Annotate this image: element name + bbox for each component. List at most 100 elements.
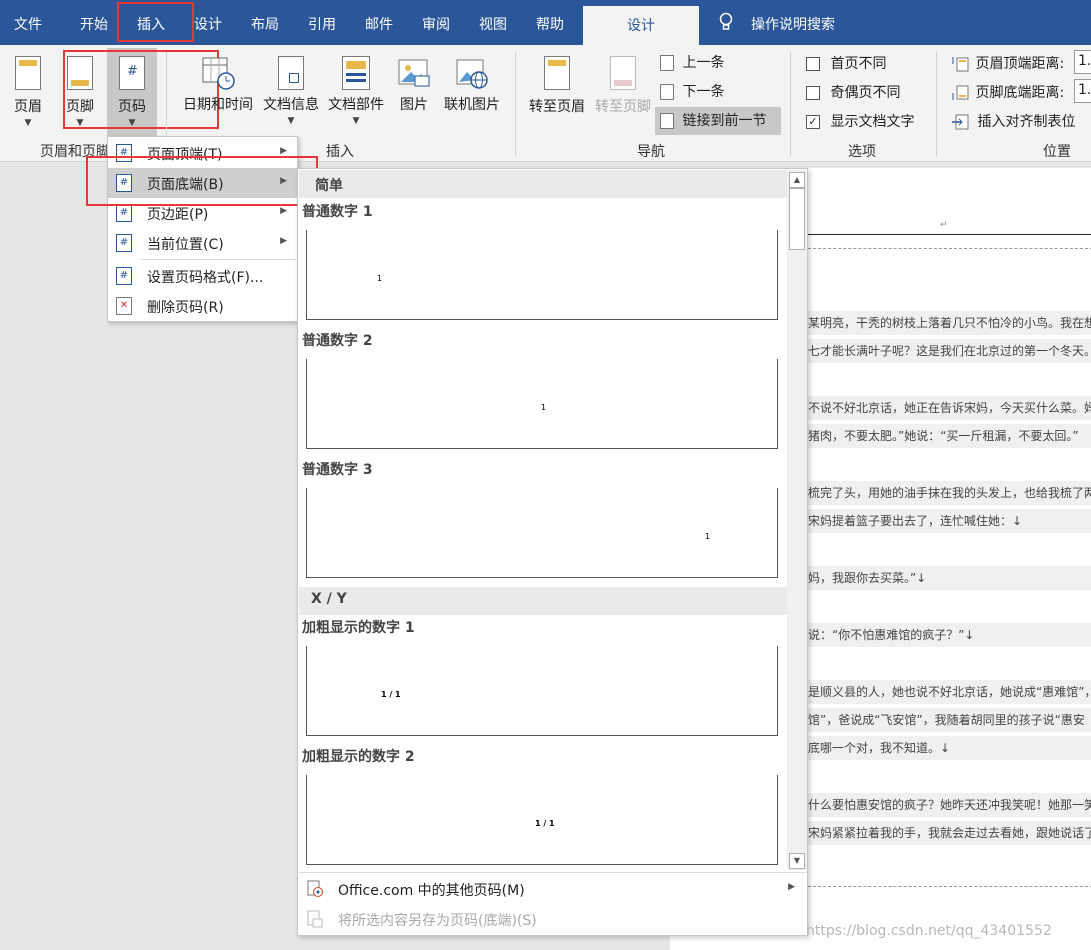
insert-alignment-tab-button[interactable]: 插入对齐制表位	[951, 111, 1075, 131]
picture-label: 图片	[400, 97, 428, 113]
group-label-navigation: 导航	[637, 144, 665, 160]
sample-page-number: 1	[705, 532, 711, 541]
scroll-down-icon[interactable]: ▼	[789, 853, 805, 869]
gallery-section-header: X / Y	[299, 587, 787, 615]
document-info-icon	[278, 56, 304, 90]
menu-item-label: 设置页码格式(F)...	[147, 270, 264, 286]
menu-item-label: 删除页码(R)	[147, 300, 224, 316]
odd-even-pages-checkbox[interactable]: 奇偶页不同	[806, 82, 900, 102]
header-label: 页眉	[14, 99, 42, 115]
office-com-icon	[307, 880, 323, 898]
goto-header-label: 转至页眉	[529, 99, 585, 115]
gallery-scrollbar[interactable]: ▲ ▼	[787, 170, 807, 870]
tab-help[interactable]: 帮助	[536, 14, 564, 34]
document-line: 猪肉，不要太肥。”她说：“买一斤租漏，不要太回。”	[808, 424, 1091, 448]
link-to-previous-label: 链接到前一节	[682, 113, 767, 129]
gallery-item-plain-number-1[interactable]: 1	[306, 230, 778, 320]
document-line: 馆”，爸说成“飞安馆”，我随着胡同里的孩子说“惠安	[808, 708, 1091, 732]
tab-review[interactable]: 审阅	[422, 14, 450, 34]
link-to-previous-button[interactable]: 链接到前一节	[655, 107, 781, 135]
group-separator	[515, 52, 516, 156]
footer-from-bottom-label: 页脚底端距离:	[975, 85, 1065, 101]
save-selection-as-page-number-button[interactable]: 将所选内容另存为页码(底端)(S)	[299, 904, 807, 934]
save-selection-label: 将所选内容另存为页码(底端)(S)	[338, 913, 537, 929]
paragraph-mark: ↵	[940, 220, 948, 230]
tab-mailings[interactable]: 邮件	[365, 14, 393, 34]
goto-header-button[interactable]: 转至页眉	[525, 56, 589, 116]
goto-header-icon	[544, 56, 570, 90]
group-label-options: 选项	[848, 144, 876, 160]
tab-view[interactable]: 视图	[479, 14, 507, 34]
show-document-text-label: 显示文档文字	[830, 114, 915, 130]
next-section-icon	[660, 84, 674, 100]
menu-item-remove-page-numbers[interactable]: ✕ 删除页码(R)	[108, 291, 297, 321]
document-line: 不说不好北京话，她正在告诉宋妈，今天买什么菜。妈不	[808, 396, 1091, 420]
highlight-insert-tab	[117, 2, 194, 42]
gallery-section-header: 简单	[299, 170, 787, 198]
menu-item-current-position[interactable]: # 当前位置(C) ▶	[108, 228, 297, 258]
goto-footer-icon	[610, 56, 636, 90]
gallery-item-plain-number-2[interactable]: 1	[306, 359, 778, 449]
tab-design[interactable]: 设计	[194, 14, 222, 34]
tab-header-footer-design[interactable]: 设计	[583, 6, 699, 45]
tab-file[interactable]: 文件	[14, 14, 42, 34]
document-line: 是顺义县的人，她也说不好北京话，她说成“惠难馆”，	[808, 680, 1091, 704]
footer-position-icon	[951, 85, 969, 101]
quick-parts-button[interactable]: 文档部件 ▼	[324, 56, 388, 126]
header-distance-input[interactable]: 1.	[1074, 50, 1091, 74]
chevron-right-icon: ▶	[280, 236, 287, 246]
document-line: 梳完了头，用她的油手抹在我的头发上，也给我梳了两条	[808, 481, 1091, 505]
previous-button[interactable]: 上一条	[660, 52, 724, 74]
page-number-icon: #	[116, 234, 132, 252]
online-picture-icon	[455, 56, 489, 90]
picture-icon	[397, 56, 431, 90]
chevron-down-icon: ▼	[287, 116, 295, 126]
document-info-button[interactable]: 文档信息 ▼	[260, 56, 322, 126]
scroll-thumb[interactable]	[789, 188, 805, 250]
goto-footer-button[interactable]: 转至页脚	[591, 56, 655, 116]
menu-item-format-page-numbers[interactable]: # 设置页码格式(F)...	[108, 261, 297, 291]
gallery-item-plain-number-3[interactable]: 1	[306, 488, 778, 578]
footer-from-bottom-field: 页脚底端距离:	[951, 82, 1064, 102]
header-position-icon	[951, 56, 969, 72]
menu-divider	[140, 259, 296, 260]
date-time-button[interactable]: 日期和时间	[178, 56, 258, 114]
picture-button[interactable]: 图片	[394, 56, 434, 114]
group-separator	[790, 52, 791, 156]
tab-layout[interactable]: 布局	[251, 14, 279, 34]
page-number-gallery: 简单 普通数字 1 1 普通数字 2 1 普通数字 3 1 X / Y 加粗显示…	[297, 168, 808, 936]
more-page-numbers-button[interactable]: Office.com 中的其他页码(M) ▶	[299, 874, 807, 904]
next-button[interactable]: 下一条	[660, 81, 724, 103]
show-document-text-checkbox[interactable]: ✓ 显示文档文字	[806, 111, 914, 131]
document-line: 底哪一个对，我不知道。↓	[808, 736, 1091, 760]
sample-page-number: 1	[541, 403, 547, 412]
goto-footer-label: 转至页脚	[595, 99, 651, 115]
document-line: 七才能长满叶子呢？这是我们在北京过的第一个冬天。↓	[808, 339, 1091, 363]
date-time-label: 日期和时间	[183, 97, 253, 113]
gallery-item-bold-number-2[interactable]: 1 / 1	[306, 775, 778, 865]
footer-distance-input[interactable]: 1.	[1074, 79, 1091, 103]
header-button[interactable]: 页眉 ▼	[8, 56, 48, 128]
header-icon	[15, 56, 41, 90]
chevron-right-icon: ▶	[280, 146, 287, 156]
remove-page-number-icon: ✕	[116, 297, 132, 315]
tab-references[interactable]: 引用	[308, 14, 336, 34]
chevron-right-icon: ▶	[788, 882, 795, 892]
scroll-up-icon[interactable]: ▲	[789, 172, 805, 188]
footer-boundary	[808, 886, 1091, 887]
document-line: 什么要怕惠安馆的疯子？她昨天还冲我笑呢！她那一笑真	[808, 793, 1091, 817]
gallery-item-bold-number-1[interactable]: 1 / 1	[306, 646, 778, 736]
chevron-down-icon: ▼	[24, 118, 32, 128]
tell-me-search[interactable]: 操作说明搜索	[751, 14, 835, 34]
more-page-numbers-label: Office.com 中的其他页码(M)	[338, 883, 525, 899]
different-first-page-checkbox[interactable]: 首页不同	[806, 53, 886, 73]
header-boundary	[808, 248, 1091, 249]
tab-home[interactable]: 开始	[80, 14, 108, 34]
checkbox-checked-icon: ✓	[806, 115, 820, 129]
document-line: 某明亮，干秃的树枝上落着几只不怕冷的小鸟。我在想，	[808, 311, 1091, 335]
checkbox-unchecked-icon	[806, 86, 820, 100]
page-number-icon: #	[116, 204, 132, 222]
online-picture-button[interactable]: 联机图片	[440, 56, 504, 114]
watermark: https://blog.csdn.net/qq_43401552	[806, 923, 1052, 939]
quick-parts-icon	[342, 56, 370, 90]
